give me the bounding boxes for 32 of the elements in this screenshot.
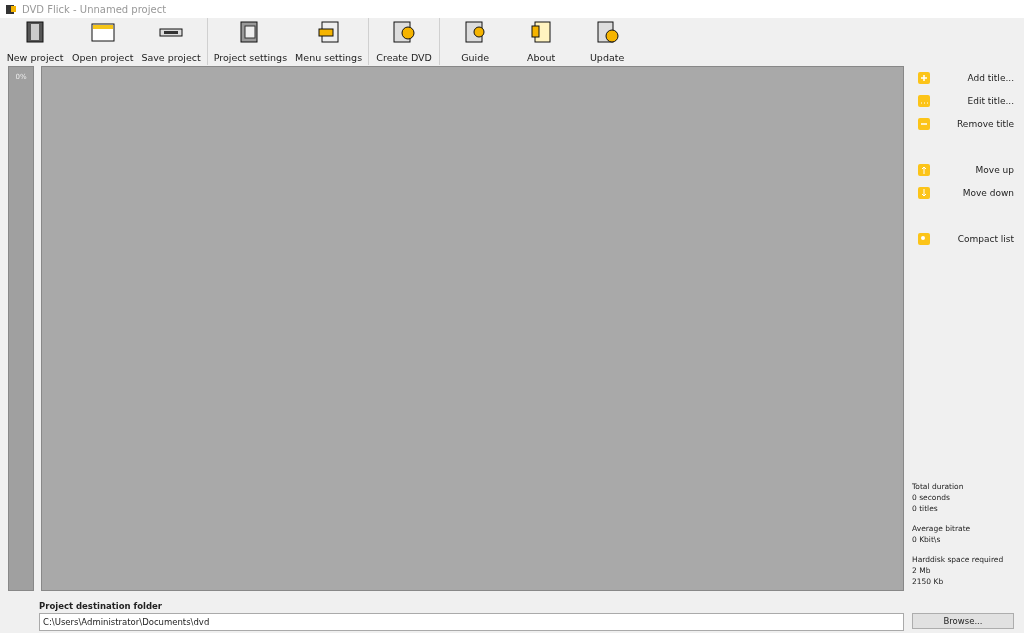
- toolbar-button[interactable]: About: [508, 18, 575, 65]
- up-arrow-icon: [918, 164, 930, 176]
- film-icon: [23, 21, 47, 43]
- side-action-button[interactable]: Move up: [912, 161, 1024, 179]
- compact-icon: [918, 233, 930, 245]
- toolbar-button[interactable]: Project settings: [209, 18, 292, 65]
- menu-icon: [316, 21, 341, 43]
- destination-field[interactable]: C:\Users\Administrator\Documents\dvd: [39, 613, 904, 631]
- window-title: DVD Flick - Unnamed project: [22, 3, 167, 15]
- title-list[interactable]: [41, 66, 904, 591]
- toolbar-button[interactable]: Save project: [137, 18, 205, 65]
- toolbar-button[interactable]: Open project: [68, 18, 138, 65]
- toolbar-button[interactable]: Guide: [442, 18, 509, 65]
- side-action-button[interactable]: Compact list: [912, 230, 1024, 248]
- document-icon: [529, 21, 554, 43]
- update-icon: [595, 21, 620, 43]
- down-arrow-icon: [918, 187, 930, 199]
- destination-label: Project destination folder: [39, 601, 163, 611]
- plus-icon: [918, 72, 930, 84]
- side-action-button[interactable]: Move down: [912, 184, 1024, 202]
- folder-icon: [90, 21, 115, 43]
- ellipsis-icon: [918, 95, 930, 107]
- browse-button[interactable]: Browse...: [912, 613, 1014, 629]
- side-action-button[interactable]: Remove title: [912, 115, 1024, 133]
- toolbar-button[interactable]: Update: [574, 18, 641, 65]
- toolbar-button[interactable]: Create DVD: [371, 18, 438, 65]
- toolbar-button[interactable]: New project: [2, 18, 68, 65]
- side-action-button[interactable]: Edit title...: [912, 92, 1024, 110]
- toolbar-button[interactable]: Menu settings: [291, 18, 367, 65]
- app-icon: [6, 4, 16, 14]
- minus-icon: [918, 118, 930, 130]
- side-action-button[interactable]: Add title...: [912, 69, 1024, 87]
